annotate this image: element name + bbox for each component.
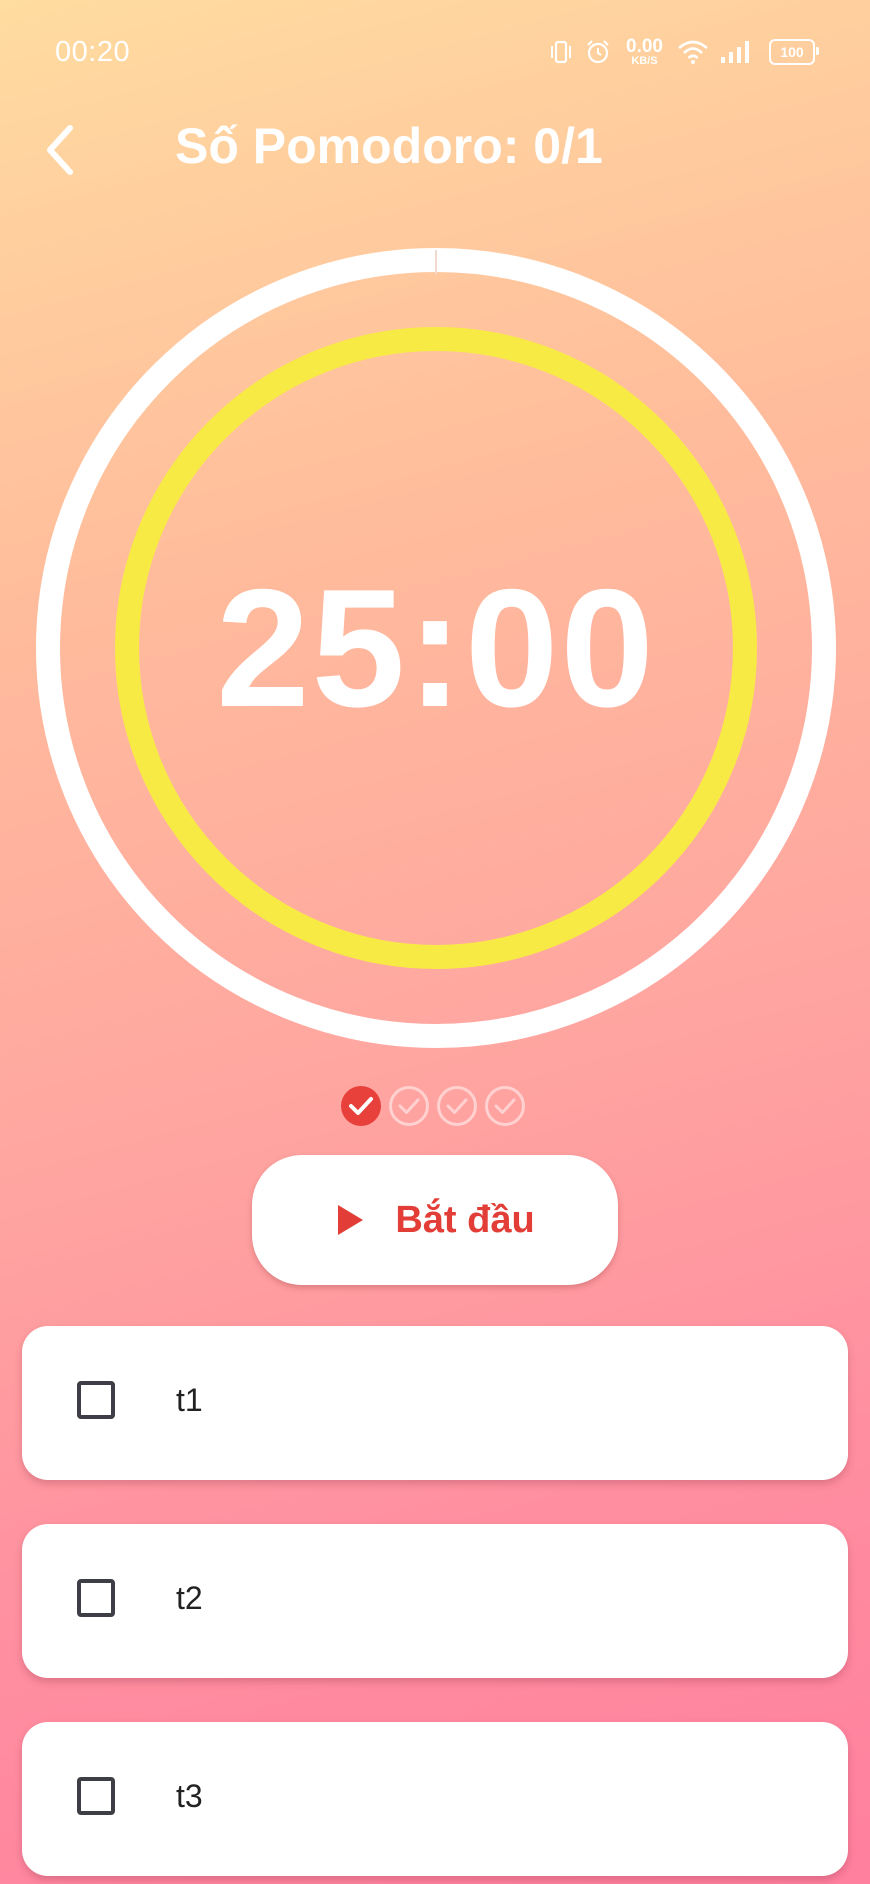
status-bar: 00:20 0.00 KB/S 100: [0, 0, 870, 105]
back-button[interactable]: [30, 115, 90, 185]
task-item[interactable]: t3: [22, 1722, 848, 1876]
status-icons: 0.00 KB/S 100: [548, 34, 819, 70]
task-checkbox[interactable]: [77, 1381, 115, 1419]
battery-icon: 100: [769, 39, 819, 65]
network-speed-value: 0.00: [626, 36, 663, 57]
vibrate-icon: [548, 39, 574, 65]
battery-level: 100: [780, 44, 804, 60]
task-label: t1: [176, 1382, 203, 1418]
wifi-icon: [677, 39, 709, 65]
app-header: Số Pomodoro: 0/1: [0, 105, 870, 185]
timer-display: 25:00: [216, 553, 656, 742]
session-dot-pending-check-icon: [437, 1086, 477, 1126]
alarm-icon: [584, 38, 612, 66]
play-icon: [338, 1205, 364, 1235]
task-label: t3: [176, 1778, 203, 1814]
session-dot-pending-check-icon: [485, 1086, 525, 1126]
task-item[interactable]: t1: [22, 1326, 848, 1480]
session-dot-pending-check-icon: [389, 1086, 429, 1126]
start-button-label: Bắt đầu: [395, 1198, 535, 1241]
status-time: 00:20: [55, 36, 131, 68]
network-speed-unit: KB/S: [631, 55, 658, 67]
page-title: Số Pomodoro: 0/1: [175, 118, 603, 174]
timer-dial: 25:00: [36, 248, 836, 1048]
start-button[interactable]: Bắt đầu: [252, 1155, 618, 1285]
signal-icon: [719, 39, 753, 65]
chevron-left-icon: [47, 125, 73, 175]
task-item[interactable]: t2: [22, 1524, 848, 1678]
network-speed: 0.00 KB/S: [626, 37, 663, 67]
task-label: t2: [176, 1580, 203, 1616]
task-checkbox[interactable]: [77, 1777, 115, 1815]
session-dot-done-check-icon: [341, 1086, 381, 1126]
session-indicators: [340, 1085, 526, 1127]
task-checkbox[interactable]: [77, 1579, 115, 1617]
